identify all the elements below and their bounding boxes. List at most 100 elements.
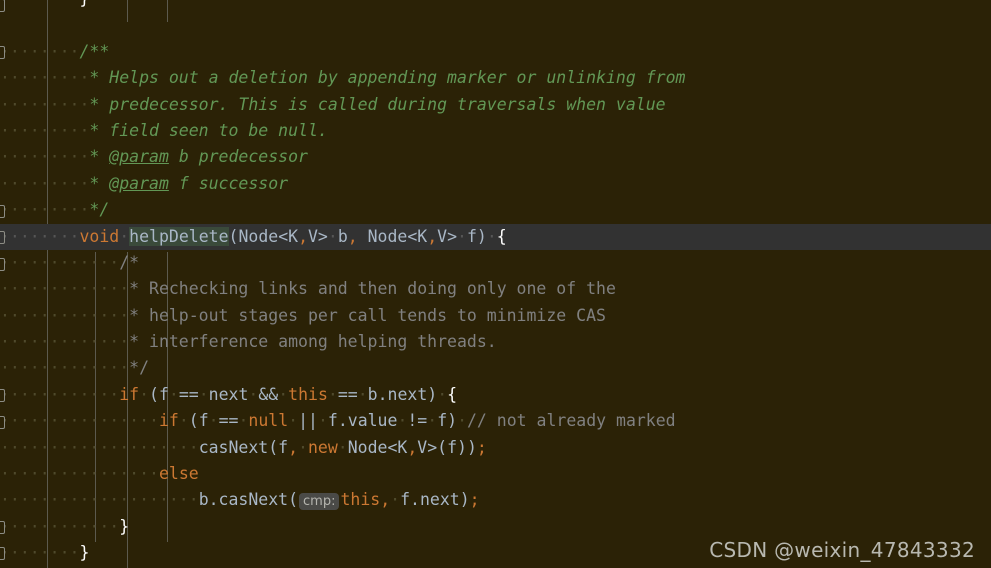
code-line[interactable]: ·············*/ xyxy=(0,355,991,381)
token-paren: ) xyxy=(476,226,487,246)
code-line[interactable]: ·········* Helps out a deletion by appen… xyxy=(0,65,991,91)
token-brace: { xyxy=(496,226,507,246)
code-line[interactable]: ············} xyxy=(0,514,991,540)
indent-dots: · xyxy=(337,437,348,457)
token-comment: * interference among helping threads. xyxy=(129,332,497,352)
indent-dots: ········ xyxy=(0,41,80,61)
token-paren: ( xyxy=(268,437,279,457)
code-line[interactable]: ················if·(f·==·null·||·f.value… xyxy=(0,408,991,434)
token-javadoc: * predecessor. This is called during tra… xyxy=(89,94,666,114)
indent-dots: ···················· xyxy=(0,437,199,457)
indent-dots: ············· xyxy=(0,279,130,299)
token-paren: ( xyxy=(228,226,239,246)
token-javadoc: f successor xyxy=(168,173,289,193)
token-javadoc: * Helps out a deletion by appending mark… xyxy=(89,68,686,88)
token-type: Node<K xyxy=(238,226,299,246)
code-line[interactable]: ·············* help-out stages per call … xyxy=(0,303,991,329)
token-keyword-null: null xyxy=(248,411,289,431)
token-operator: == xyxy=(337,384,358,404)
code-line[interactable]: ············/* xyxy=(0,250,991,276)
token-javadoc: * xyxy=(89,173,110,193)
token-comma: , xyxy=(407,437,418,457)
indent-dots: · xyxy=(208,411,219,431)
token-identifier: f xyxy=(158,384,169,404)
token-paren: ) xyxy=(427,384,438,404)
code-line[interactable]: ·········* @param b predecessor xyxy=(0,144,991,170)
javadoc-tag-param[interactable]: @param xyxy=(109,147,169,166)
token-paren: ) xyxy=(459,490,470,510)
watermark-text: CSDN @weixin_47843332 xyxy=(709,538,975,562)
indent-dots: · xyxy=(248,384,259,404)
indent-dots: ········ xyxy=(0,0,79,8)
token-method-name[interactable]: helpDelete xyxy=(129,226,229,246)
token-identifier: f xyxy=(437,411,448,431)
token-operator: == xyxy=(218,411,239,431)
token-paren: ( xyxy=(437,437,448,457)
token-javadoc: /** xyxy=(79,41,110,61)
token-comma: , xyxy=(380,490,391,510)
indent-dots: · xyxy=(390,490,401,510)
indent-dots: · xyxy=(298,437,308,457)
token-operator: && xyxy=(258,384,279,404)
code-line[interactable]: ·········* field seen to be null. xyxy=(0,118,991,144)
indent-dots: · xyxy=(397,411,408,431)
indent-dots: ········ xyxy=(0,543,80,563)
indent-dots: · xyxy=(238,411,249,431)
token-operator: || xyxy=(298,411,318,431)
code-line[interactable]: ·········* @param f successor xyxy=(0,171,991,197)
indent-dots: · xyxy=(427,411,438,431)
code-line[interactable]: ····················b.casNext(cmp: this,·… xyxy=(0,487,991,513)
token-javadoc: */ xyxy=(89,200,110,220)
code-line[interactable]: ·············* interference among helpin… xyxy=(0,329,991,355)
indent-dots: · xyxy=(327,384,338,404)
token-comment: */ xyxy=(129,358,150,378)
indent-dots: · xyxy=(198,384,209,404)
token-brace: } xyxy=(119,516,130,536)
code-line[interactable]: ················else xyxy=(0,461,991,487)
indent-dots: ················ xyxy=(0,411,159,431)
code-line[interactable]: ·············* Rechecking links and then… xyxy=(0,276,991,302)
token-keyword-if: if xyxy=(119,384,140,404)
token-comma: , xyxy=(298,226,308,246)
token-identifier: f xyxy=(447,437,458,457)
code-line-current[interactable]: ········void·helpDelete(Node<K,V>·b, Nod… xyxy=(0,223,991,250)
indent-dots: · xyxy=(457,226,467,246)
token-identifier: f.value xyxy=(327,411,398,431)
indent-dots: ········· xyxy=(0,200,90,220)
javadoc-tag-param[interactable]: @param xyxy=(109,174,169,193)
code-editor[interactable]: ········} ········/** ·········* Helps o… xyxy=(0,0,991,568)
code-line[interactable] xyxy=(0,12,991,38)
token-method-call[interactable]: b.casNext xyxy=(199,490,288,509)
token-operator: == xyxy=(178,384,199,404)
token-keyword-new: new xyxy=(307,437,338,457)
token-brace: } xyxy=(79,0,89,8)
token-identifier: f xyxy=(198,411,209,431)
token-identifier: next xyxy=(208,384,249,404)
token-keyword-if: if xyxy=(158,411,179,431)
code-line[interactable]: ········} xyxy=(0,0,991,12)
indent-dots: · xyxy=(139,384,150,404)
code-lines[interactable]: ········} ········/** ·········* Helps o… xyxy=(0,0,991,567)
token-identifier: f xyxy=(278,437,289,457)
code-line[interactable]: ············if·(f·==·next·&&·this·==·b.n… xyxy=(0,382,991,408)
indent-dots: · xyxy=(437,384,448,404)
indent-dots: ············ xyxy=(0,384,120,404)
parameter-hint-badge: cmp: xyxy=(299,493,340,511)
token-comma: , xyxy=(288,437,299,457)
code-line[interactable]: ·········*/ xyxy=(0,197,991,223)
code-line[interactable]: ········/** xyxy=(0,39,991,65)
indent-dots: ············· xyxy=(0,332,130,352)
token-comment: /* xyxy=(119,252,140,272)
token-brace: { xyxy=(447,384,458,404)
token-javadoc: * field seen to be null. xyxy=(89,120,328,140)
token-keyword-this: this xyxy=(288,384,328,404)
indent-dots: ············ xyxy=(0,252,120,272)
token-method-call[interactable]: casNext xyxy=(199,438,269,457)
indent-dots: ········· xyxy=(0,173,90,193)
indent-dots: · xyxy=(317,411,328,431)
token-semicolon: ; xyxy=(469,490,480,510)
code-line[interactable]: ·········* predecessor. This is called d… xyxy=(0,92,991,118)
token-type: Node<K xyxy=(347,437,408,457)
indent-dots: ········· xyxy=(0,94,90,114)
code-line[interactable]: ····················casNext(f,·new·Node<… xyxy=(0,435,991,461)
